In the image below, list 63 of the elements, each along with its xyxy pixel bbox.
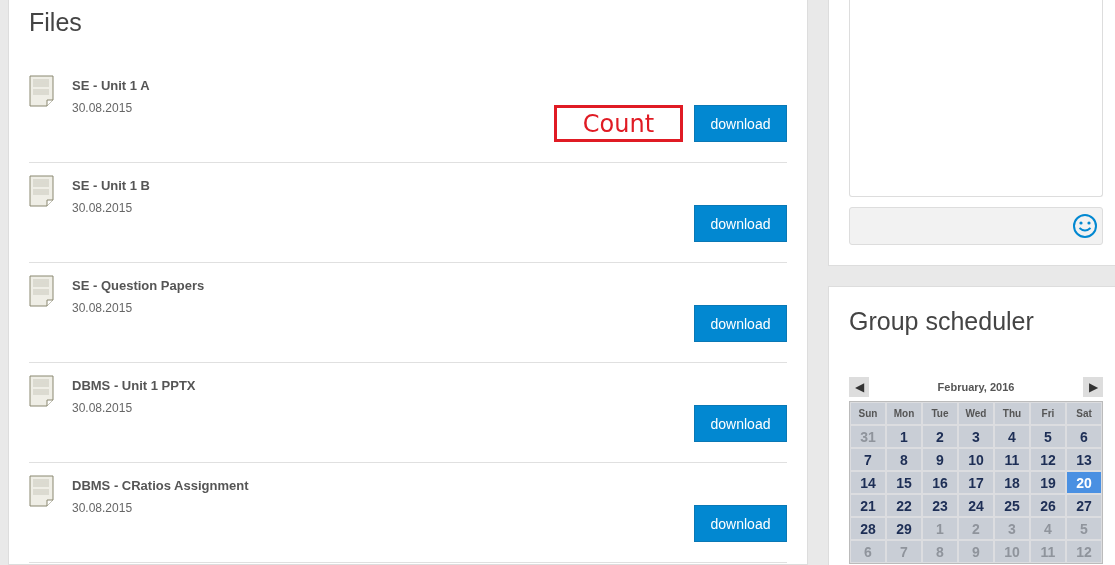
file-name: SE - Unit 1 A: [72, 78, 150, 93]
file-name: SE - Question Papers: [72, 278, 205, 293]
calendar-day[interactable]: 3: [959, 426, 993, 447]
download-button[interactable]: download: [694, 305, 787, 342]
file-name: DBMS - CRatios Assignment: [72, 478, 249, 493]
calendar-day[interactable]: 11: [995, 449, 1029, 470]
smiley-icon[interactable]: [1072, 213, 1098, 239]
calendar-day[interactable]: 5: [1031, 426, 1065, 447]
calendar-day[interactable]: 24: [959, 495, 993, 516]
weekday-label: Thu: [995, 403, 1029, 424]
file-date: 30.08.2015: [72, 501, 134, 515]
calendar-day[interactable]: 2: [923, 426, 957, 447]
month-label: February, 2016: [937, 381, 1015, 393]
weekday-label: Wed: [959, 403, 993, 424]
document-icon: [29, 275, 55, 307]
section-title: Group scheduler: [849, 307, 1035, 336]
message-field[interactable]: [849, 207, 1103, 245]
calendar-day[interactable]: 9: [923, 449, 957, 470]
calendar-day[interactable]: 10: [959, 449, 993, 470]
download-button[interactable]: download: [694, 205, 787, 242]
file-date: 30.08.2015: [72, 101, 134, 115]
weekday-label: Fri: [1031, 403, 1065, 424]
calendar-day[interactable]: 23: [923, 495, 957, 516]
file-name: SE - Unit 1 B: [72, 178, 150, 193]
weekday-label: Tue: [923, 403, 957, 424]
calendar-day[interactable]: 18: [995, 472, 1029, 493]
weekday-label: Mon: [887, 403, 921, 424]
weekday-label: Sat: [1067, 403, 1101, 424]
download-button[interactable]: download: [694, 105, 787, 142]
calendar-day[interactable]: 4: [995, 426, 1029, 447]
annotation-label: Count: [554, 105, 683, 142]
calendar-day[interactable]: 27: [1067, 495, 1101, 516]
download-button[interactable]: download: [694, 505, 787, 542]
file-date: 30.08.2015: [72, 201, 134, 215]
calendar-day[interactable]: 8: [887, 449, 921, 470]
calendar-day[interactable]: 26: [1031, 495, 1065, 516]
calendar-day[interactable]: 29: [887, 518, 921, 539]
calendar-day[interactable]: 28: [851, 518, 885, 539]
calendar-day[interactable]: 17: [959, 472, 993, 493]
calendar-day[interactable]: 21: [851, 495, 885, 516]
section-title: Files: [29, 8, 83, 37]
calendar-day[interactable]: 7: [851, 449, 885, 470]
calendar-day[interactable]: 12: [1031, 449, 1065, 470]
next-button[interactable]: ▶: [1083, 377, 1103, 397]
calendar-day[interactable]: 1: [887, 426, 921, 447]
calendar-day[interactable]: 22: [887, 495, 921, 516]
document-icon: [29, 175, 55, 207]
calendar-day[interactable]: 15: [887, 472, 921, 493]
document-icon: [29, 375, 55, 407]
document-icon: [29, 475, 55, 507]
calendar-day[interactable]: 25: [995, 495, 1029, 516]
calendar-day[interactable]: 19: [1031, 472, 1065, 493]
weekday-label: Sun: [851, 403, 885, 424]
calendar-day[interactable]: 13: [1067, 449, 1101, 470]
file-name: DBMS - Unit 1 PPTX: [72, 378, 196, 393]
calendar-day[interactable]: 14: [851, 472, 885, 493]
calendar-day[interactable]: 6: [1067, 426, 1101, 447]
file-date: 30.08.2015: [72, 401, 134, 415]
document-icon: [29, 75, 55, 107]
file-date: 30.08.2015: [72, 301, 134, 315]
calendar-day[interactable]: 16: [923, 472, 957, 493]
download-button[interactable]: download: [694, 405, 787, 442]
previous-button[interactable]: ◀: [849, 377, 869, 397]
